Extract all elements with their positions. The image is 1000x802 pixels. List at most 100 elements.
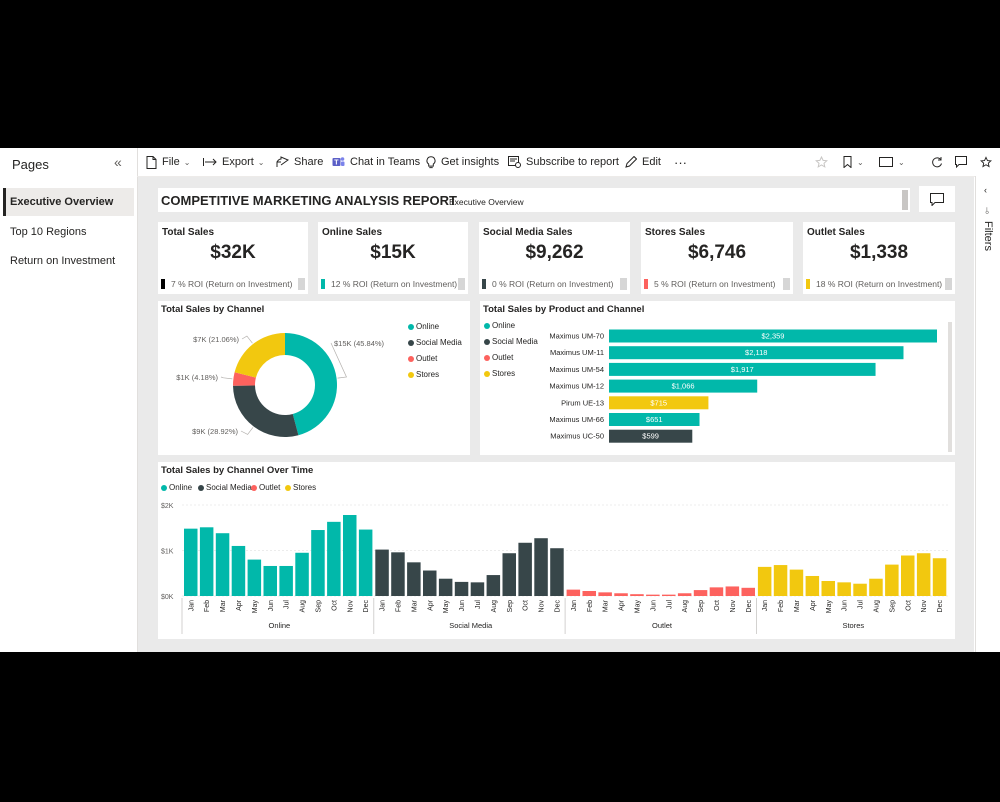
donut-leader-line bbox=[240, 427, 254, 435]
file-menu-button[interactable]: File ⌄ bbox=[146, 148, 190, 176]
more-options-button[interactable]: ··· bbox=[674, 148, 687, 176]
kpi-roi-row: 5 % ROI (Return on Investment) bbox=[641, 278, 793, 290]
column-bar-social-media bbox=[486, 575, 501, 596]
report-title: COMPETITIVE MARKETING ANALYSIS REPORT bbox=[161, 193, 457, 208]
month-tick-label: Jan bbox=[571, 600, 578, 611]
export-menu-button[interactable]: Export ⌄ bbox=[203, 148, 265, 176]
comment-icon[interactable] bbox=[955, 148, 967, 176]
legend-item-stores[interactable]: Stores bbox=[408, 370, 439, 379]
time-series-column-chart[interactable]: $2K $1K $0K Jan Feb Mar Apr May Jun Jul Aug Sep Oct N… bbox=[158, 462, 955, 639]
product-bar-value-label: $599 bbox=[642, 432, 659, 441]
month-tick-label: Sep bbox=[698, 600, 705, 613]
kpi-card-stores-sales: Stores Sales $6,746 5 % ROI (Return on I… bbox=[641, 222, 793, 294]
donut-data-label: $15K (45.84%) bbox=[334, 339, 385, 348]
bookmark-icon[interactable]: ⌄ bbox=[843, 148, 864, 176]
legend-label: Online bbox=[416, 322, 440, 331]
subscribe-button[interactable]: Subscribe to report bbox=[508, 148, 619, 176]
legend-dot bbox=[408, 371, 414, 378]
product-bar-value-label: $715 bbox=[650, 398, 667, 407]
edit-button[interactable]: Edit bbox=[625, 148, 661, 176]
roi-scrollbar[interactable] bbox=[620, 278, 627, 290]
month-tick-label: Jul bbox=[858, 600, 865, 609]
month-tick-label: Feb bbox=[587, 600, 594, 612]
column-bar-outlet bbox=[677, 593, 692, 596]
month-tick-label: Feb bbox=[204, 600, 211, 612]
header-scrollbar[interactable] bbox=[902, 190, 908, 210]
legend-label: Social Media bbox=[416, 338, 462, 347]
month-tick-label: Sep bbox=[507, 600, 514, 613]
channel-group-label: Stores bbox=[842, 621, 864, 630]
column-bar-social-media bbox=[391, 552, 405, 596]
donut-data-label: $9K (28.92%) bbox=[192, 427, 238, 436]
legend-item-outlet[interactable]: Outlet bbox=[408, 354, 437, 363]
column-bar-stores bbox=[773, 565, 788, 596]
favorite-star-icon[interactable] bbox=[980, 148, 992, 176]
legend-label: Outlet bbox=[416, 354, 438, 363]
product-bar-value-label: $651 bbox=[646, 415, 663, 424]
product-category-label: Maximus UM-70 bbox=[549, 332, 604, 341]
column-bar-online bbox=[199, 527, 214, 596]
page-item-return-on-investment[interactable]: Return on Investment bbox=[3, 247, 134, 275]
month-tick-label: Dec bbox=[363, 600, 370, 613]
legend-item-online[interactable]: Online bbox=[408, 322, 439, 331]
month-tick-label: Nov bbox=[347, 600, 354, 613]
legend-item-social-media[interactable]: Social Media bbox=[408, 338, 462, 347]
refresh-icon[interactable] bbox=[931, 148, 943, 176]
column-bar-stores bbox=[901, 555, 915, 596]
kpi-value: $9,262 bbox=[525, 242, 584, 263]
get-insights-button[interactable]: Get insights bbox=[426, 148, 499, 176]
favorite-icon[interactable] bbox=[815, 148, 828, 176]
report-subtitle: Executive Overview bbox=[449, 197, 524, 207]
channel-group-label: Online bbox=[269, 621, 291, 630]
column-bar-online bbox=[358, 529, 373, 596]
roi-scrollbar[interactable] bbox=[298, 278, 305, 290]
month-tick-label: Mar bbox=[411, 599, 418, 612]
kpi-card-total-sales: Total Sales $32K 7 % ROI (Return on Inve… bbox=[158, 222, 308, 294]
collapse-pages-icon[interactable]: « bbox=[114, 154, 122, 170]
roi-scrollbar[interactable] bbox=[783, 278, 790, 290]
roi-scrollbar[interactable] bbox=[945, 278, 952, 290]
column-bar-online bbox=[279, 565, 293, 596]
month-tick-label: Nov bbox=[539, 600, 546, 613]
y-tick-label: $1K bbox=[161, 549, 174, 556]
kpi-value: $32K bbox=[210, 242, 256, 263]
column-bar-stores bbox=[916, 553, 931, 596]
product-category-label: Maximus UM-66 bbox=[549, 415, 604, 424]
product-bar-value-label: $1,917 bbox=[731, 365, 754, 374]
share-button[interactable]: Share bbox=[276, 148, 323, 176]
chat-in-teams-button[interactable]: T Chat in Teams bbox=[332, 148, 420, 176]
export-menu-label: Export bbox=[222, 156, 254, 168]
filters-pane[interactable]: ‹ ⫰ Filters bbox=[975, 176, 1000, 652]
column-bar-online bbox=[295, 552, 309, 596]
column-bar-outlet bbox=[693, 590, 708, 596]
comment-button[interactable] bbox=[919, 186, 955, 212]
column-bar-stores bbox=[885, 564, 899, 596]
month-tick-label: Jan bbox=[762, 600, 769, 611]
page-item-top-10-regions[interactable]: Top 10 Regions bbox=[3, 218, 134, 246]
donut-slice-stores bbox=[234, 333, 285, 378]
product-category-label: Maximus UM-12 bbox=[549, 382, 604, 391]
roi-text: 0 % ROI (Return on Investment) bbox=[492, 279, 614, 289]
kpi-card-online-sales: Online Sales $15K 12 % ROI (Return on In… bbox=[318, 222, 468, 294]
page-item-executive-overview[interactable]: Executive Overview bbox=[3, 188, 134, 216]
column-bar-stores bbox=[821, 580, 835, 596]
view-icon[interactable]: ⌄ bbox=[879, 148, 905, 176]
kpi-value: $1,338 bbox=[849, 242, 909, 263]
donut-chart[interactable]: $15K (45.84%) $9K (28.92%) $1K (4.18%) $7K … bbox=[158, 301, 408, 455]
month-tick-label: Mar bbox=[220, 599, 227, 612]
column-bar-social-media bbox=[550, 548, 564, 596]
kpi-card-social-media-sales: Social Media Sales $9,262 0 % ROI (Retur… bbox=[479, 222, 630, 294]
month-tick-label: Oct bbox=[523, 600, 530, 611]
month-tick-label: Oct bbox=[714, 600, 721, 611]
product-bar-chart[interactable]: Maximus UM-70 $2,359 Maximus UM-11 $2,118 Ma… bbox=[480, 301, 955, 455]
chart-scrollbar[interactable] bbox=[948, 322, 952, 452]
roi-scrollbar[interactable] bbox=[458, 278, 465, 290]
pages-pane: Pages « Executive Overview Top 10 Region… bbox=[0, 148, 138, 652]
product-category-label: Maximus UM-54 bbox=[549, 365, 604, 374]
donut-data-label: $1K (4.18%) bbox=[176, 373, 218, 382]
report-toolbar: File ⌄ Export ⌄ Share T Chat in Teams Get … bbox=[137, 148, 992, 177]
month-tick-label: Jun bbox=[842, 600, 849, 611]
column-bar-online bbox=[327, 521, 341, 596]
collapse-filters-icon[interactable]: ‹ bbox=[984, 185, 987, 195]
product-bar-value-label: $2,359 bbox=[762, 332, 785, 341]
